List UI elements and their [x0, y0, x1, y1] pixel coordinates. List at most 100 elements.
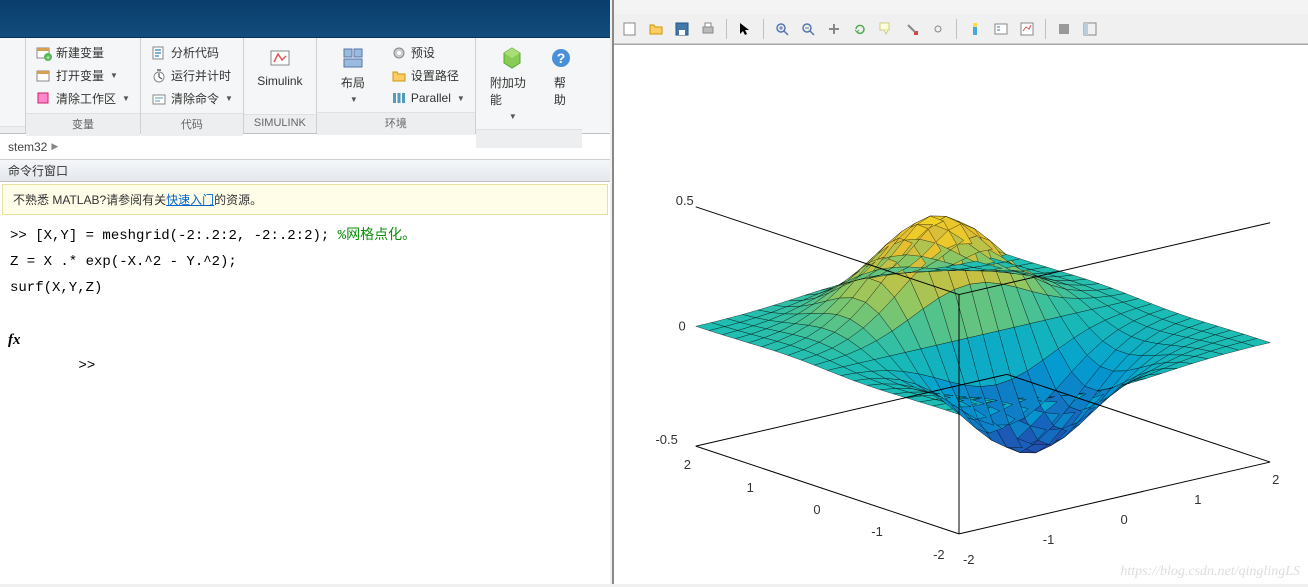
label: 布局: [341, 74, 365, 91]
svg-text:-1: -1: [871, 524, 883, 539]
chevron-down-icon: ▼: [350, 95, 358, 104]
addons-button[interactable]: 附加功能 ▼: [482, 42, 542, 125]
group-label: 代码: [141, 113, 243, 136]
legend-button[interactable]: [989, 17, 1013, 41]
svg-text:-2: -2: [963, 552, 975, 567]
save-button[interactable]: [670, 17, 694, 41]
separator: [1045, 19, 1046, 39]
clear-cmd-icon: [151, 91, 167, 107]
chevron-down-icon: ▼: [122, 94, 130, 103]
title-bar: [0, 0, 610, 38]
preferences-button[interactable]: 预设: [387, 42, 469, 63]
chevron-down-icon: ▼: [110, 71, 118, 80]
layout-button[interactable]: 布局 ▼: [323, 42, 383, 108]
colorbar-button[interactable]: [963, 17, 987, 41]
open-button[interactable]: [644, 17, 668, 41]
label: 运行并计时: [171, 67, 231, 84]
brush-button[interactable]: [900, 17, 924, 41]
info-banner: 不熟悉 MATLAB?请参阅有关快速入门的资源。: [2, 184, 608, 215]
group-label: SIMULINK: [244, 114, 316, 133]
ribbon-group-save: [0, 38, 26, 133]
set-path-button[interactable]: 设置路径: [387, 65, 469, 86]
label: 设置路径: [411, 67, 459, 84]
chevron-down-icon: ▼: [457, 94, 465, 103]
ploteditor-button[interactable]: [1015, 17, 1039, 41]
ribbon-group-environment: 布局 ▼ 预设 设置路径 Parallel ▼: [317, 38, 476, 133]
zoom-out-button[interactable]: [796, 17, 820, 41]
figure-menubar: [614, 0, 1308, 14]
label: 分析代码: [171, 44, 219, 61]
svg-text:0.5: 0.5: [676, 193, 694, 208]
separator: [956, 19, 957, 39]
pointer-button[interactable]: [733, 17, 757, 41]
banner-suffix: 的资源。: [214, 193, 262, 207]
addons-icon: [500, 46, 524, 70]
label: 打开变量: [56, 67, 104, 84]
command-window-title: 命令行窗口: [0, 160, 610, 182]
show-tools-button[interactable]: [1078, 17, 1102, 41]
ribbon-group-addons: 附加功能 ▼ ? 帮助: [476, 38, 582, 133]
figure-toolbar: [614, 14, 1308, 44]
group-label: 环境: [317, 112, 475, 135]
parallel-button[interactable]: Parallel ▼: [387, 88, 469, 108]
figure-window: 0.5 0 -0.5 2 1 0 -1 -2 -2 -1 0 1 2 https…: [612, 0, 1308, 584]
label: 新建变量: [56, 44, 104, 61]
folder-icon: [391, 68, 407, 84]
simulink-icon: [268, 46, 292, 70]
cmd-line: surf(X,Y,Z): [10, 275, 600, 301]
timer-icon: [151, 68, 167, 84]
quick-start-link[interactable]: 快速入门: [166, 193, 214, 207]
svg-text:-2: -2: [933, 547, 945, 562]
svg-text:0: 0: [679, 318, 686, 333]
open-variable-button[interactable]: 打开变量 ▼: [32, 65, 134, 86]
pan-button[interactable]: [822, 17, 846, 41]
label: 帮助: [554, 74, 568, 108]
help-button[interactable]: ? 帮助: [546, 42, 576, 112]
label: 预设: [411, 44, 435, 61]
chevron-right-icon: ▶: [51, 141, 58, 152]
label: 清除工作区: [56, 90, 116, 107]
svg-text:0: 0: [813, 502, 820, 517]
prompt: >>: [78, 358, 103, 374]
print-button[interactable]: [696, 17, 720, 41]
open-var-icon: [36, 68, 52, 84]
svg-text:1: 1: [747, 480, 754, 495]
fx-icon[interactable]: fx: [8, 327, 21, 353]
svg-text:0: 0: [1121, 512, 1128, 527]
clear-workspace-button[interactable]: 清除工作区 ▼: [32, 88, 134, 109]
group-label: 变量: [26, 113, 140, 136]
ribbon-group-simulink: Simulink SIMULINK: [244, 38, 317, 133]
chevron-down-icon: ▼: [225, 94, 233, 103]
watermark: https://blog.csdn.net/qinglingLS: [1120, 564, 1300, 580]
simulink-button[interactable]: Simulink: [250, 42, 310, 92]
new-variable-button[interactable]: + 新建变量: [32, 42, 134, 63]
link-button[interactable]: [926, 17, 950, 41]
svg-text:+: +: [46, 55, 50, 61]
chevron-down-icon: ▼: [509, 112, 517, 121]
cmd-prompt-line: fx >>: [10, 301, 600, 405]
analyze-icon: [151, 45, 167, 61]
rotate-button[interactable]: [848, 17, 872, 41]
matlab-main-window: + 新建变量 打开变量 ▼ 清除工作区 ▼ 变量: [0, 0, 610, 584]
label: Simulink: [257, 74, 302, 88]
layout-icon: [341, 46, 365, 70]
label: 清除命令: [171, 90, 219, 107]
help-icon: ?: [549, 46, 573, 70]
hide-tools-button[interactable]: [1052, 17, 1076, 41]
gear-icon: [391, 45, 407, 61]
new-var-icon: +: [36, 45, 52, 61]
new-figure-button[interactable]: [618, 17, 642, 41]
svg-text:2: 2: [1272, 472, 1279, 487]
cmd-line: Z = X .* exp(-X.^2 - Y.^2);: [10, 249, 600, 275]
separator: [763, 19, 764, 39]
clear-commands-button[interactable]: 清除命令 ▼: [147, 88, 237, 109]
analyze-code-button[interactable]: 分析代码: [147, 42, 237, 63]
datatip-button[interactable]: [874, 17, 898, 41]
zoom-in-button[interactable]: [770, 17, 794, 41]
surface-plot: 0.5 0 -0.5 2 1 0 -1 -2 -2 -1 0 1 2: [614, 45, 1308, 584]
command-window[interactable]: >> [X,Y] = meshgrid(-2:.2:2, -2:.2:2); %…: [0, 217, 610, 411]
separator: [726, 19, 727, 39]
ribbon-group-variable: + 新建变量 打开变量 ▼ 清除工作区 ▼ 变量: [26, 38, 141, 133]
run-timer-button[interactable]: 运行并计时: [147, 65, 237, 86]
figure-canvas[interactable]: 0.5 0 -0.5 2 1 0 -1 -2 -2 -1 0 1 2 https…: [614, 44, 1308, 584]
